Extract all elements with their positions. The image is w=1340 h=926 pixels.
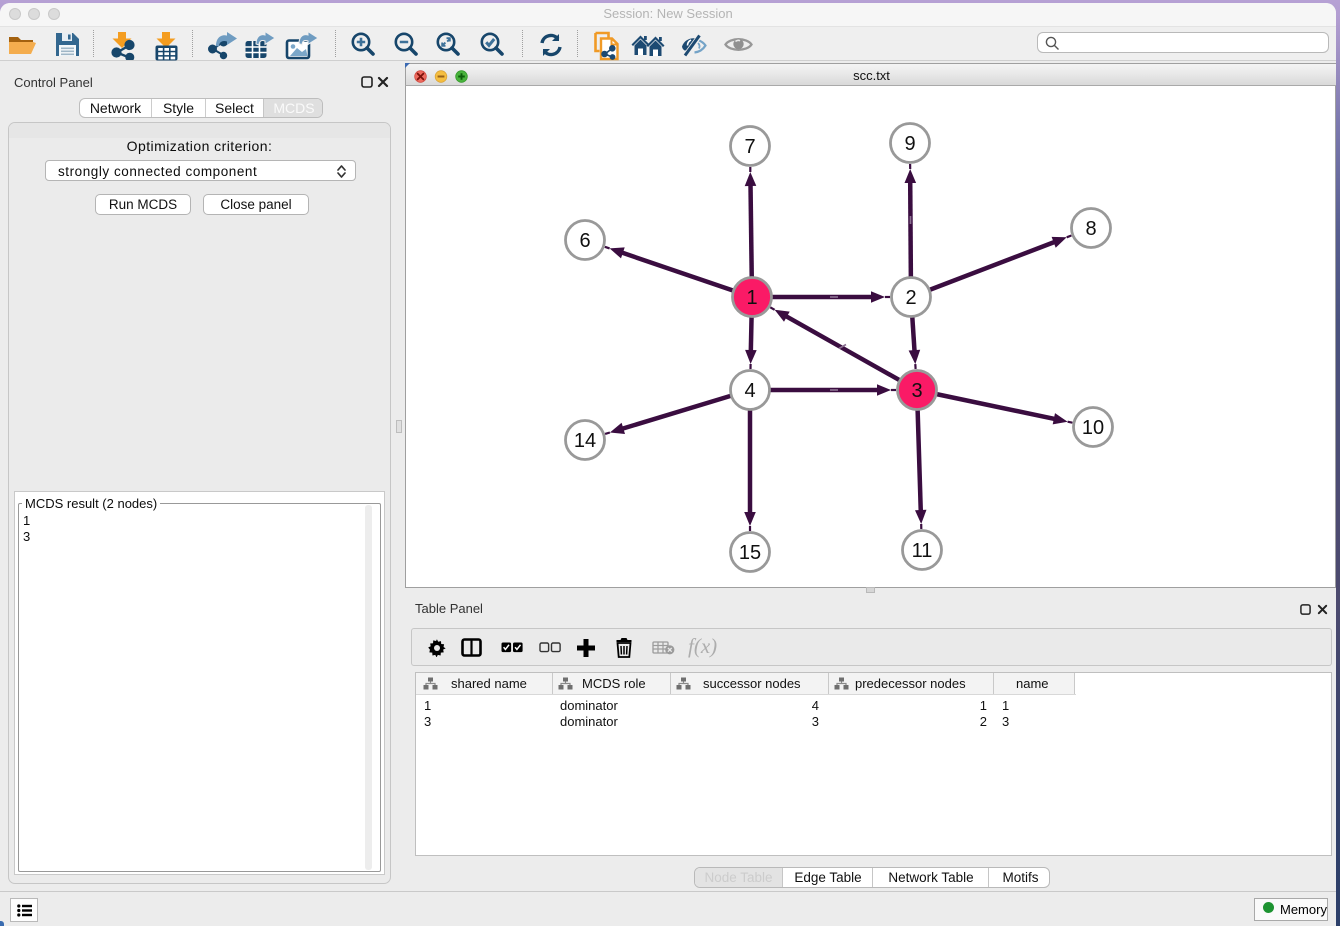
svg-text:14: 14 bbox=[574, 430, 596, 452]
svg-text:1: 1 bbox=[746, 287, 757, 309]
svg-text:2: 2 bbox=[905, 287, 916, 309]
svg-text:15: 15 bbox=[739, 542, 761, 564]
svg-text:9: 9 bbox=[904, 133, 915, 155]
svg-text:6: 6 bbox=[579, 230, 590, 252]
svg-text:7: 7 bbox=[744, 136, 755, 158]
svg-text:11: 11 bbox=[912, 540, 933, 562]
svg-text:8: 8 bbox=[1085, 218, 1096, 240]
svg-text:10: 10 bbox=[1082, 417, 1104, 439]
svg-text:3: 3 bbox=[911, 380, 922, 402]
svg-text:4: 4 bbox=[744, 380, 755, 402]
